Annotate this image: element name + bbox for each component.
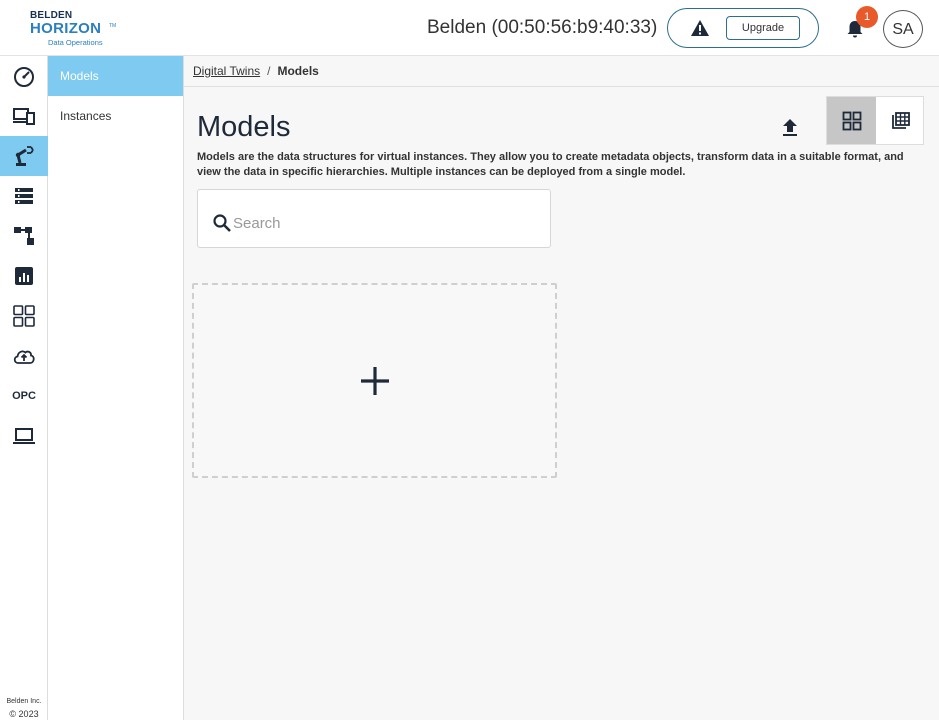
copyright-text: Belden Inc. © 2023 [0,696,48,720]
copyright-company: Belden Inc. [6,698,42,705]
subnav-item-models[interactable]: Models [48,56,183,96]
rail-item-cloud[interactable] [0,336,48,376]
view-mode-toggle [826,96,924,145]
dashboard-gauge-icon [14,67,34,87]
notification-count-badge[interactable]: 1 [856,6,878,28]
search-box [197,189,551,248]
warning-icon [691,20,709,36]
search-icon [213,214,231,232]
breadcrumb: Digital Twins / Models [184,56,939,87]
user-avatar[interactable]: SA [883,10,923,48]
copyright-year: © 2023 [9,709,39,719]
opc-label: OPC [12,390,36,402]
main-content: Digital Twins / Models Models Models are t… [184,56,939,720]
logo-line-2: HORIZON [30,20,102,37]
icon-rail: OPC Belden Inc. © 2023 [0,56,48,720]
cloud-upload-icon [13,350,35,364]
breadcrumb-link-digital-twins[interactable]: Digital Twins [193,64,260,78]
rail-item-analytics[interactable] [0,256,48,296]
devices-icon [13,108,35,125]
analytics-icon [15,267,33,285]
upload-icon[interactable] [779,116,801,138]
top-bar: BELDEN HORIZON TM Data Operations Belden… [0,0,939,56]
page-description: Models are the data structures for virtu… [197,151,904,178]
grid-view-icon [842,111,861,130]
rail-item-devices[interactable] [0,96,48,136]
rail-item-digital-twins[interactable] [0,136,48,176]
plus-icon [360,366,389,395]
table-view-button[interactable] [876,97,925,144]
logo-line-3: Data Operations [48,38,103,47]
grid-view-button[interactable] [827,97,876,144]
rail-item-list[interactable] [0,176,48,216]
apps-grid-icon [13,305,35,327]
page-title: Models [197,111,291,143]
rail-item-laptop[interactable] [0,416,48,456]
breadcrumb-separator: / [267,64,271,78]
license-warning-pill: Upgrade [667,8,819,48]
laptop-icon [13,428,35,444]
table-view-icon [891,111,910,129]
robot-arm-icon [15,146,34,166]
list-icon [15,188,33,204]
rail-item-apps[interactable] [0,296,48,336]
belden-horizon-logo[interactable]: BELDEN HORIZON TM Data Operations [28,10,118,48]
logo-trademark: TM [109,23,117,29]
rail-item-hierarchy[interactable] [0,216,48,256]
rail-item-opc[interactable]: OPC [0,376,48,416]
add-model-card[interactable] [192,283,557,478]
rail-item-dashboard[interactable] [0,56,48,96]
subnav-item-instances[interactable]: Instances [48,96,183,136]
hierarchy-icon [14,227,34,245]
device-name: Belden (00:50:56:b9:40:33) [427,17,658,38]
breadcrumb-current: Models [277,64,319,78]
sub-navigation: Models Instances [48,56,184,720]
search-input[interactable] [233,211,533,235]
upgrade-button[interactable]: Upgrade [726,16,800,40]
